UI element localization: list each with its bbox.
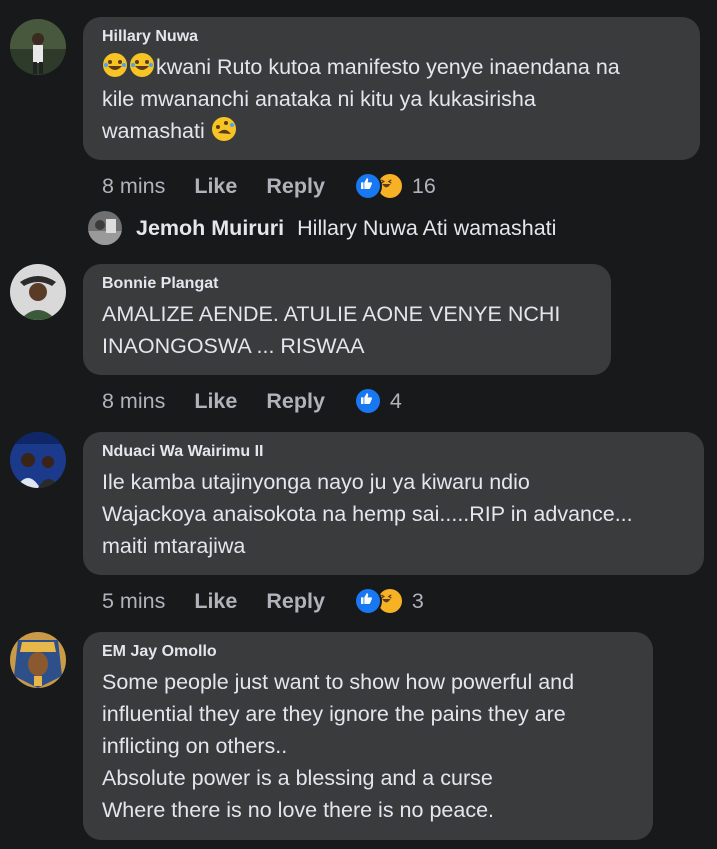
comment-meta: 8 mins Like Reply 4 (102, 387, 402, 415)
comment-author[interactable]: EM Jay Omollo (102, 642, 635, 662)
comment-author[interactable]: Hillary Nuwa (102, 27, 682, 47)
comment-time[interactable]: 8 mins (102, 389, 165, 414)
comment-time[interactable]: 8 mins (102, 174, 165, 199)
reaction-count: 16 (411, 173, 436, 198)
like-button[interactable]: Like (194, 389, 237, 414)
reply-button[interactable]: Reply (266, 174, 325, 199)
grinning-tears-emoji-icon (129, 52, 155, 78)
comment-bubble: Hillary Nuwa kwani Ruto kutoa manifesto … (83, 17, 700, 160)
like-button[interactable]: Like (194, 174, 237, 199)
reaction-count: 4 (389, 388, 402, 413)
reply-author[interactable]: Jemoh Muiruri (136, 216, 284, 241)
avatar[interactable] (10, 19, 66, 75)
comment-author[interactable]: Nduaci Wa Wairimu II (102, 442, 686, 462)
reactions[interactable]: 16 (353, 172, 436, 200)
reply-button[interactable]: Reply (266, 389, 325, 414)
comment-text: Some people just want to show how powerf… (102, 670, 575, 822)
avatar[interactable] (10, 632, 66, 688)
comment-bubble: Bonnie Plangat AMALIZE AENDE. ATULIE AON… (83, 264, 611, 375)
like-icon (353, 387, 382, 415)
like-button[interactable]: Like (194, 589, 237, 614)
reply-button[interactable]: Reply (266, 589, 325, 614)
comment-text: Ile kamba utajinyonga nayo ju ya kiwaru … (102, 470, 633, 558)
reply-text: Hillary Nuwa Ati wamashati (297, 215, 557, 240)
like-icon (353, 172, 382, 200)
comment-meta: 8 mins Like Reply 16 (102, 172, 436, 200)
comment-time[interactable]: 5 mins (102, 589, 165, 614)
avatar[interactable] (10, 264, 66, 320)
comment-text: kwani Ruto kutoa manifesto yenye inaenda… (102, 51, 682, 147)
comment-author[interactable]: Bonnie Plangat (102, 274, 593, 294)
comment-body: kwani Ruto kutoa manifesto yenye inaenda… (102, 55, 620, 143)
avatar[interactable] (10, 432, 66, 488)
reactions[interactable]: 4 (353, 387, 402, 415)
like-icon (353, 587, 382, 615)
reply-preview[interactable]: Jemoh Muiruri Hillary Nuwa Ati wamashati (88, 211, 556, 245)
comment-bubble: EM Jay Omollo Some people just want to s… (83, 632, 653, 840)
reactions[interactable]: 3 (353, 587, 424, 615)
rolling-laughing-emoji-icon (211, 116, 237, 142)
reaction-count: 3 (411, 588, 424, 613)
comment-text: AMALIZE AENDE. ATULIE AONE VENYE NCHI IN… (102, 302, 561, 358)
avatar[interactable] (88, 211, 122, 245)
grinning-tears-emoji-icon (102, 52, 128, 78)
comment-meta: 5 mins Like Reply 3 (102, 587, 424, 615)
comment-bubble: Nduaci Wa Wairimu II Ile kamba utajinyon… (83, 432, 704, 575)
